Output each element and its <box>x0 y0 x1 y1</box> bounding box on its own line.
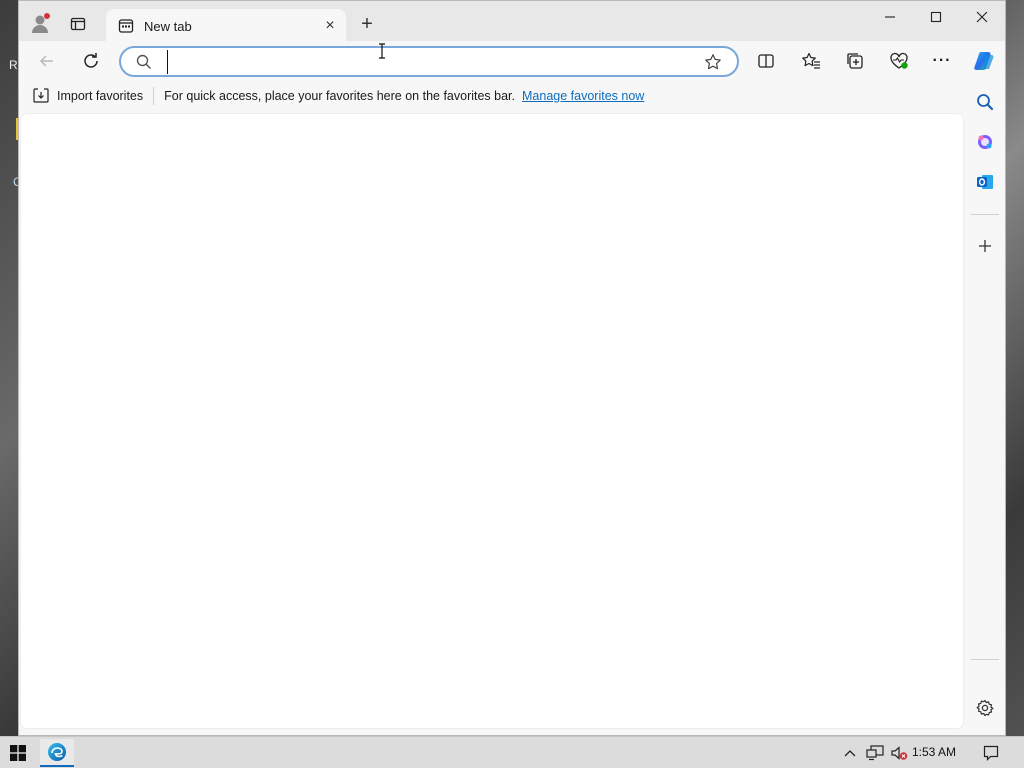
browser-window: New tab × + ··· Import favorites For qui… <box>18 0 1006 736</box>
address-input[interactable] <box>167 49 697 74</box>
settings-and-more-icon[interactable]: ··· <box>926 45 958 77</box>
manage-favorites-link[interactable]: Manage favorites now <box>522 89 644 103</box>
profile-icon[interactable] <box>29 11 53 35</box>
maximize-button[interactable] <box>913 1 959 33</box>
favorites-bar: Import favorites For quick access, place… <box>19 81 963 111</box>
sidebar-add-icon[interactable] <box>969 230 1001 262</box>
sidebar-copilot-apps-icon[interactable] <box>969 126 1001 158</box>
search-icon <box>127 54 161 70</box>
action-center-icon[interactable] <box>980 742 1002 764</box>
address-bar[interactable] <box>119 46 739 77</box>
network-icon[interactable] <box>864 742 886 764</box>
title-bar: New tab × + <box>19 1 1005 43</box>
import-favorites-button[interactable]: Import favorites <box>32 87 155 105</box>
back-button[interactable] <box>31 45 63 77</box>
edge-sidebar <box>965 81 1005 735</box>
sidebar-divider <box>971 214 999 215</box>
tab-title: New tab <box>144 18 192 34</box>
sidebar-outlook-icon[interactable] <box>969 166 1001 198</box>
volume-muted-icon[interactable] <box>888 742 910 764</box>
taskbar-edge-icon[interactable] <box>40 739 74 767</box>
import-icon <box>33 88 49 103</box>
new-tab-page-icon <box>118 18 134 34</box>
tab-actions-icon[interactable] <box>67 13 89 35</box>
favorites-icon[interactable] <box>795 45 827 77</box>
new-tab-button[interactable]: + <box>356 13 378 35</box>
start-button-windows-icon[interactable] <box>6 742 30 764</box>
tab-close-icon[interactable]: × <box>316 12 344 40</box>
desktop-label-fragment: R <box>9 58 18 72</box>
import-favorites-label: Import favorites <box>57 89 144 103</box>
text-cursor-icon <box>377 43 387 59</box>
sidebar-search-icon[interactable] <box>969 86 1001 118</box>
tab-new-tab[interactable]: New tab × <box>106 9 346 43</box>
taskbar: 1:53 AM <box>0 736 1024 768</box>
taskbar-clock[interactable]: 1:53 AM <box>912 745 956 759</box>
add-favorite-star-icon[interactable] <box>697 53 729 71</box>
collections-icon[interactable] <box>839 45 871 77</box>
sidebar-divider-bottom <box>971 659 999 660</box>
navigation-toolbar: ··· <box>19 41 1005 81</box>
split-screen-icon[interactable] <box>750 45 782 77</box>
close-window-button[interactable] <box>959 1 1005 33</box>
copilot-icon[interactable] <box>968 45 1000 77</box>
show-hidden-icons-chevron-icon[interactable] <box>840 742 860 764</box>
page-content-area[interactable] <box>21 114 963 728</box>
sidebar-settings-icon[interactable] <box>969 692 1001 724</box>
minimize-button[interactable] <box>867 1 913 33</box>
favorites-hint-text: For quick access, place your favorites h… <box>164 89 516 103</box>
refresh-button[interactable] <box>75 45 107 77</box>
browser-essentials-icon[interactable] <box>883 45 915 77</box>
